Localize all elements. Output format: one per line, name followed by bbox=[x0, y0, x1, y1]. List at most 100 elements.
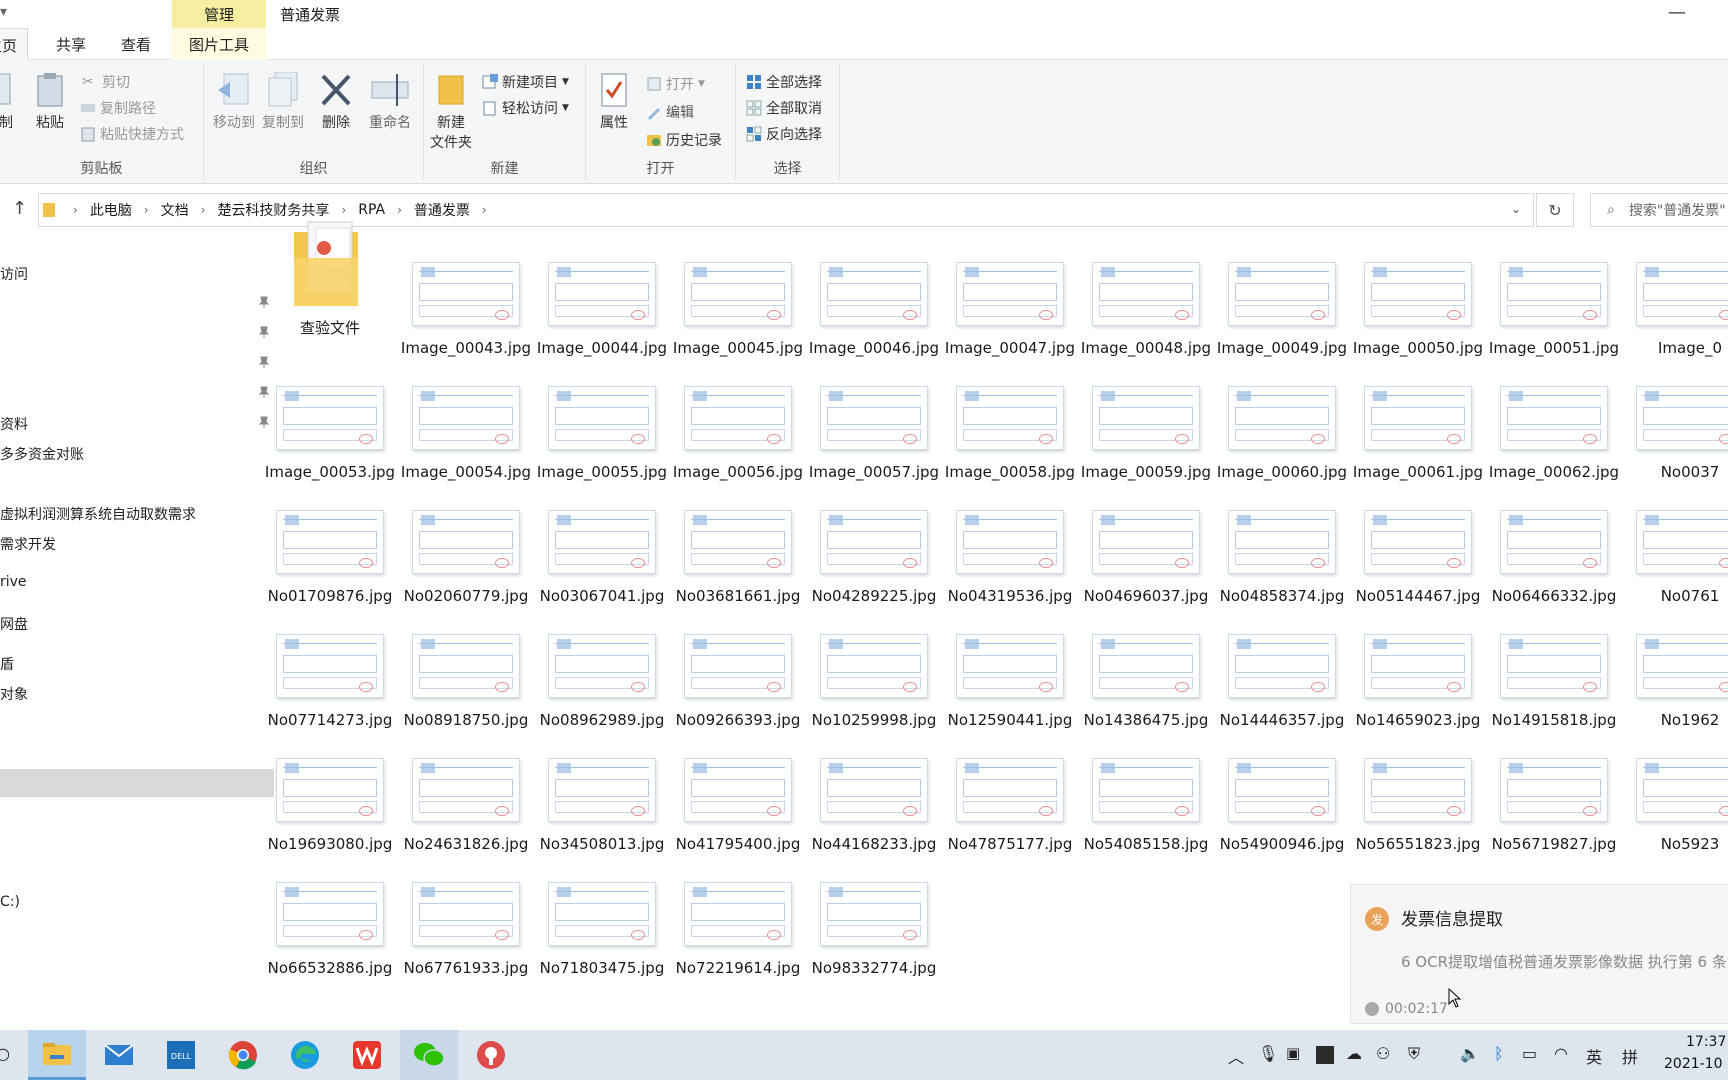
file-item[interactable]: No0037 bbox=[1622, 386, 1728, 483]
ime-language[interactable]: 英 bbox=[1586, 1044, 1602, 1068]
tab-manage[interactable]: 管理 bbox=[172, 0, 266, 28]
tab-share[interactable]: 共享 bbox=[56, 34, 86, 55]
breadcrumb-item[interactable]: 此电脑 bbox=[90, 200, 132, 220]
file-item[interactable]: Image_00051.jpg bbox=[1486, 262, 1622, 359]
notification-toast[interactable]: 发 发票信息提取 6 OCR提取增值税普通发票影像数据 执行第 6 条 00:0… bbox=[1350, 884, 1728, 1024]
file-item[interactable]: Image_00049.jpg bbox=[1214, 262, 1350, 359]
wifi-icon[interactable]: ◠ bbox=[1554, 1044, 1568, 1063]
file-item[interactable]: No5923 bbox=[1622, 758, 1728, 855]
paste-shortcut-button[interactable]: 粘贴快捷方式 bbox=[80, 124, 184, 144]
file-item[interactable]: Image_00044.jpg bbox=[534, 262, 670, 359]
file-item[interactable]: No04319536.jpg bbox=[942, 510, 1078, 607]
minimize-button[interactable]: — bbox=[1668, 2, 1686, 23]
clock-date[interactable]: 2021-10 bbox=[1664, 1056, 1723, 1072]
file-item[interactable]: No41795400.jpg bbox=[670, 758, 806, 855]
taskbar-edge[interactable] bbox=[276, 1030, 334, 1080]
file-item[interactable]: No04696037.jpg bbox=[1078, 510, 1214, 607]
file-item[interactable]: No01709876.jpg bbox=[262, 510, 398, 607]
select-none-button[interactable]: 全部取消 bbox=[746, 98, 822, 118]
nav-item-quick-access[interactable]: 访问 bbox=[0, 264, 28, 284]
copy-path-button[interactable]: 复制路径 bbox=[80, 98, 156, 118]
file-item[interactable]: No44168233.jpg bbox=[806, 758, 942, 855]
tab-home[interactable]: 主页 bbox=[0, 28, 29, 61]
taskbar-chrome[interactable] bbox=[214, 1030, 272, 1080]
clock-time[interactable]: 17:37 bbox=[1686, 1034, 1726, 1050]
taskbar-wechat[interactable] bbox=[400, 1030, 458, 1080]
file-item[interactable]: No07714273.jpg bbox=[262, 634, 398, 731]
nav-item-netdisk[interactable]: 网盘 bbox=[0, 614, 28, 634]
file-item[interactable]: No47875177.jpg bbox=[942, 758, 1078, 855]
easy-access-button[interactable]: 轻松访问 ▼ bbox=[482, 98, 569, 118]
file-item[interactable]: Image_00050.jpg bbox=[1350, 262, 1486, 359]
file-item[interactable]: No54085158.jpg bbox=[1078, 758, 1214, 855]
file-item[interactable]: No03681661.jpg bbox=[670, 510, 806, 607]
file-item[interactable]: No66532886.jpg bbox=[262, 882, 398, 979]
taskbar-dell[interactable]: DELL bbox=[152, 1030, 210, 1080]
file-item[interactable]: No54900946.jpg bbox=[1214, 758, 1350, 855]
file-item[interactable]: Image_00062.jpg bbox=[1486, 386, 1622, 483]
file-item[interactable]: Image_0 bbox=[1622, 262, 1728, 359]
rename-button[interactable]: 重命名 bbox=[364, 72, 416, 132]
microphone-icon[interactable]: 🎙 bbox=[1258, 1044, 1278, 1063]
nav-item-profit-calc[interactable]: 虚拟利润测算系统自动取数需求 bbox=[0, 504, 196, 524]
chevron-right-icon[interactable]: › bbox=[144, 203, 149, 217]
file-item[interactable]: No08918750.jpg bbox=[398, 634, 534, 731]
file-item[interactable]: No05144467.jpg bbox=[1350, 510, 1486, 607]
file-item[interactable]: No09266393.jpg bbox=[670, 634, 806, 731]
file-item[interactable]: Image_00057.jpg bbox=[806, 386, 942, 483]
file-item[interactable]: No19693080.jpg bbox=[262, 758, 398, 855]
file-item[interactable]: Image_00043.jpg bbox=[398, 262, 534, 359]
file-item[interactable]: No0761 bbox=[1622, 510, 1728, 607]
cut-button[interactable]: ✂ 剪切 bbox=[82, 72, 130, 92]
file-item[interactable]: No56719827.jpg bbox=[1486, 758, 1622, 855]
file-item[interactable]: Image_00059.jpg bbox=[1078, 386, 1214, 483]
breadcrumb-item[interactable]: RPA bbox=[358, 202, 385, 218]
search-input[interactable]: ⌕ 搜索"普通发票" bbox=[1590, 193, 1728, 227]
breadcrumb-item[interactable]: 楚云科技财务共享 bbox=[217, 200, 329, 220]
network-share-icon[interactable]: ⚇ bbox=[1376, 1044, 1390, 1063]
tab-view[interactable]: 查看 bbox=[121, 34, 151, 55]
file-item[interactable]: Image_00055.jpg bbox=[534, 386, 670, 483]
nav-item-dev[interactable]: 需求开发 bbox=[0, 534, 56, 554]
invert-selection-button[interactable]: 反向选择 bbox=[746, 124, 822, 144]
file-item[interactable]: No04289225.jpg bbox=[806, 510, 942, 607]
nav-item-shield[interactable]: 盾 bbox=[0, 654, 14, 674]
file-item[interactable]: No04858374.jpg bbox=[1214, 510, 1350, 607]
file-item[interactable]: No14915818.jpg bbox=[1486, 634, 1622, 731]
breadcrumb-item[interactable]: 文档 bbox=[161, 200, 189, 220]
file-item[interactable]: Image_00053.jpg bbox=[262, 386, 398, 483]
file-item[interactable]: No14446357.jpg bbox=[1214, 634, 1350, 731]
taskbar-wps[interactable] bbox=[338, 1030, 396, 1080]
refresh-button[interactable]: ↻ bbox=[1536, 193, 1574, 227]
ime-mode[interactable]: 拼 bbox=[1622, 1044, 1638, 1068]
move-to-button[interactable]: 移动到 bbox=[210, 72, 258, 132]
taskbar-mail[interactable] bbox=[90, 1030, 148, 1080]
history-button[interactable]: 历史记录 bbox=[646, 130, 722, 150]
chevron-right-icon[interactable]: › bbox=[482, 203, 487, 217]
nvidia-icon[interactable] bbox=[1316, 1046, 1334, 1064]
paste-button[interactable]: 粘贴 bbox=[30, 72, 70, 132]
edit-button[interactable]: 编辑 bbox=[646, 102, 694, 122]
cloud-sync-icon[interactable]: ☁ bbox=[1346, 1044, 1362, 1063]
nav-item-drive-c[interactable]: C:) bbox=[0, 894, 20, 910]
file-item[interactable]: Image_00046.jpg bbox=[806, 262, 942, 359]
file-item[interactable]: No72219614.jpg bbox=[670, 882, 806, 979]
nav-item-reconciliation[interactable]: 多多资金对账 bbox=[0, 444, 84, 464]
file-item[interactable]: No24631826.jpg bbox=[398, 758, 534, 855]
breadcrumb-item[interactable]: 普通发票 bbox=[414, 200, 470, 220]
open-button[interactable]: 打开 ▼ bbox=[646, 74, 705, 94]
nav-item-materials[interactable]: 资料 bbox=[0, 414, 28, 434]
taskbar-file-explorer[interactable] bbox=[28, 1030, 86, 1080]
delete-button[interactable]: 删除 bbox=[316, 72, 356, 132]
bluetooth-icon[interactable]: ᛒ bbox=[1494, 1044, 1504, 1063]
file-item[interactable]: No02060779.jpg bbox=[398, 510, 534, 607]
quick-access-dropdown-icon[interactable]: ▾ bbox=[0, 4, 7, 20]
file-item[interactable]: No67761933.jpg bbox=[398, 882, 534, 979]
up-arrow-icon[interactable]: ↑ bbox=[12, 198, 27, 219]
file-item[interactable]: Image_00045.jpg bbox=[670, 262, 806, 359]
tab-picture-tools[interactable]: 图片工具 bbox=[172, 28, 266, 60]
file-item[interactable]: No14386475.jpg bbox=[1078, 634, 1214, 731]
file-item[interactable]: Image_00061.jpg bbox=[1350, 386, 1486, 483]
taskbar-rpa-app[interactable] bbox=[462, 1030, 520, 1080]
screenshot-tool-icon[interactable]: ▣ bbox=[1286, 1044, 1300, 1062]
